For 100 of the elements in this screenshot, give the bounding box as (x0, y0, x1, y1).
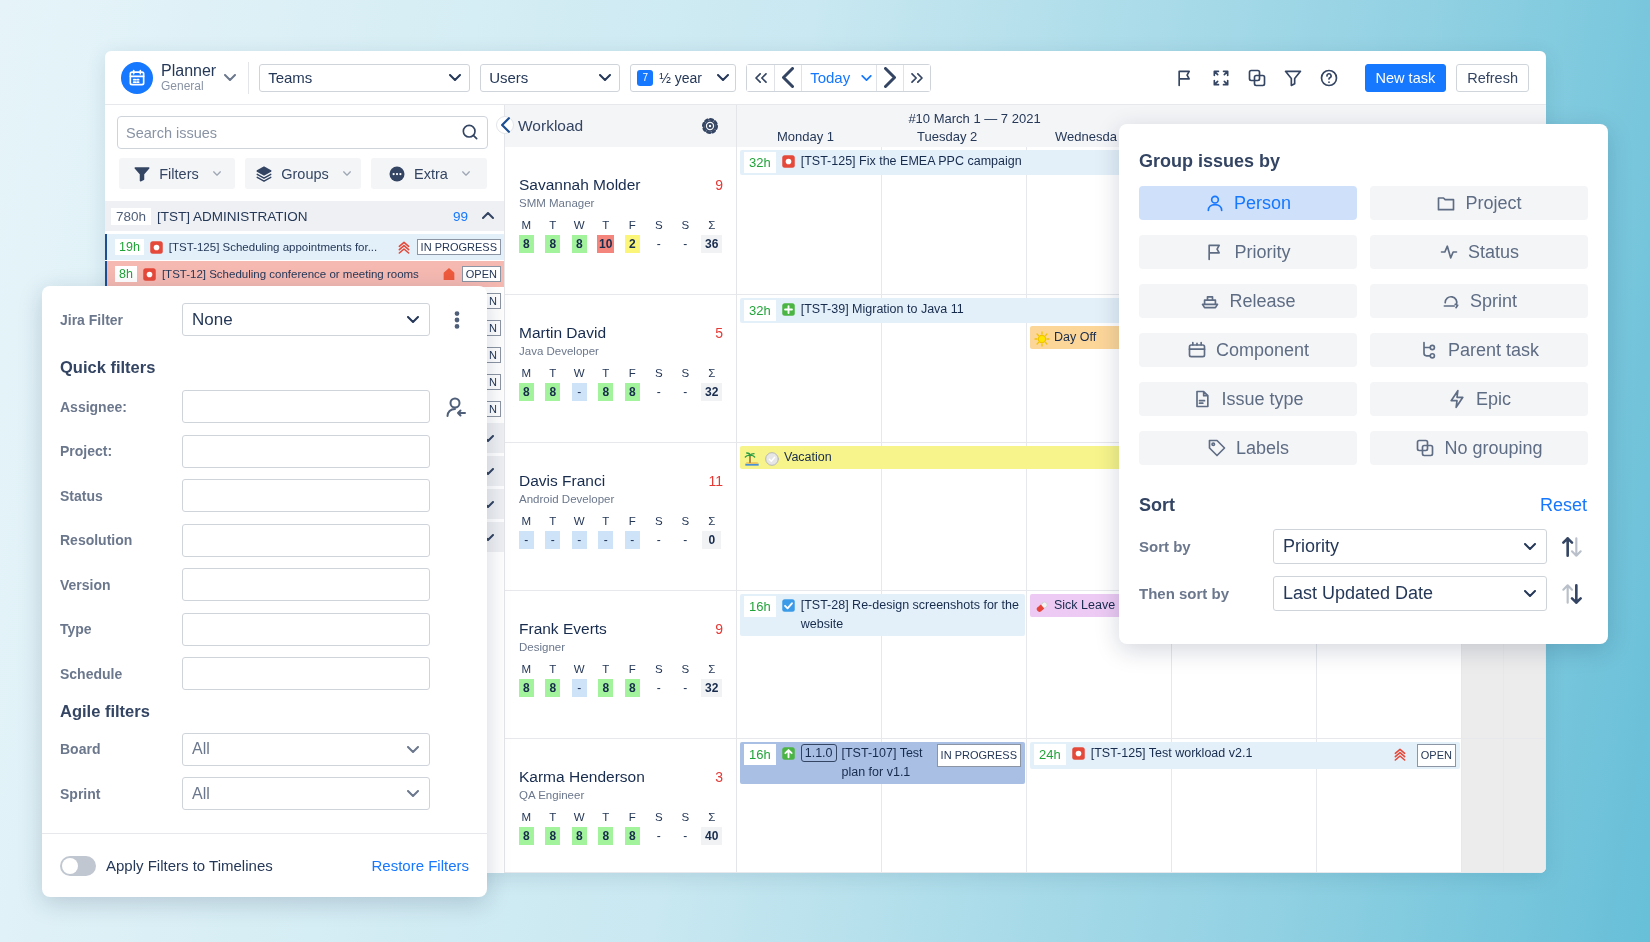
settings-icon[interactable] (700, 116, 720, 136)
hours-value: 8 (518, 827, 534, 845)
person-role: Java Developer (519, 345, 600, 357)
chevron-left-icon (782, 67, 795, 88)
hours-value: - (655, 236, 662, 253)
hours-value: - (518, 531, 534, 549)
day-letter: Σ (707, 367, 717, 379)
section-heading: Agile filters (60, 701, 151, 721)
hours-value: - (655, 680, 662, 697)
caret-icon (599, 74, 612, 81)
overlapping-squares-icon[interactable] (1246, 67, 1267, 88)
issue-title: [TST-28] Re-design screenshots for the website (800, 597, 1020, 633)
toolbar-button[interactable]: Extra (371, 158, 487, 189)
person-name: Karma Henderson (519, 768, 645, 786)
hours-value: 8 (545, 827, 561, 845)
field-label: Resolution (60, 532, 134, 548)
help-icon[interactable] (1318, 67, 1339, 88)
dropdown[interactable]: Users (480, 63, 621, 92)
issue-row[interactable]: 8h [TST-12] Scheduling conference or meeting rooms OPEN (105, 261, 504, 287)
day-label: Monday 1 (776, 129, 836, 144)
collapse-button[interactable] (496, 116, 514, 134)
input-field[interactable] (182, 568, 430, 601)
toolbar-button[interactable]: Groups (245, 158, 361, 189)
input-field[interactable] (182, 434, 430, 468)
group-option[interactable]: Component (1139, 333, 1357, 367)
last-page-button[interactable] (903, 64, 931, 91)
group-option[interactable]: Project (1370, 186, 1588, 220)
hours-value: - (682, 384, 689, 401)
caret-icon[interactable] (224, 74, 237, 81)
group-option[interactable]: Sprint (1370, 284, 1588, 318)
bug-icon (780, 154, 796, 169)
issue-bar[interactable]: 24h [TST-125] Test workload v2.1 OPEN (1030, 742, 1460, 769)
dropdown[interactable]: All (182, 732, 430, 766)
day-letter: S (680, 811, 691, 823)
field-label: Sort by (1139, 538, 1192, 555)
person-icon (1204, 193, 1225, 213)
week-title: #10 March 1 — 7 2021 (907, 111, 1042, 126)
app-name: Planner (161, 62, 217, 80)
hours-badge: 780h (111, 207, 152, 225)
search-field[interactable]: Search issues (117, 116, 488, 149)
reset-link[interactable]: Reset (1539, 495, 1587, 516)
person-name: Davis Franci (519, 472, 606, 490)
hours-value: - (598, 531, 614, 549)
issue-bar[interactable]: 16h [TST-28] Re-design screenshots for the website (740, 594, 1025, 636)
input-field[interactable] (182, 612, 430, 646)
field-label: Type (60, 621, 93, 637)
group-option[interactable]: Issue type (1139, 382, 1357, 416)
caret-icon (407, 745, 419, 753)
group-option[interactable]: Release (1139, 284, 1357, 318)
day-letter: F (627, 219, 637, 231)
input-field[interactable] (182, 479, 430, 512)
refresh-button[interactable]: Refresh (1456, 63, 1529, 92)
day-letter: T (548, 663, 558, 675)
hours-value: 8 (545, 235, 561, 253)
issue-count: 5 (715, 325, 723, 341)
period-dropdown[interactable]: 7 ½ year (630, 63, 737, 92)
caret-icon (1524, 543, 1536, 550)
day-letter: T (601, 367, 611, 379)
hours-value: - (571, 679, 587, 697)
issue-title: [TST-39] Migration to Java 11 (800, 301, 964, 318)
double-chevron-left-icon (754, 72, 767, 83)
dropdown[interactable]: None (182, 303, 430, 336)
restore-filters-link[interactable]: Restore Filters (371, 857, 469, 874)
pulse-icon (1439, 242, 1459, 262)
day-letter: F (627, 515, 637, 527)
field-label: Jira Filter (60, 311, 125, 328)
input-field[interactable] (182, 523, 430, 557)
hours-badge: 32h (744, 152, 776, 173)
absence-label: Sick Leave (1054, 597, 1116, 614)
dropdown[interactable]: Teams (259, 63, 471, 92)
issue-count: 3 (715, 769, 723, 785)
toolbar-button[interactable]: Filters (119, 158, 235, 189)
double-chevron-right-icon (911, 72, 924, 83)
group-option[interactable]: Parent task (1370, 333, 1588, 367)
input-field[interactable] (182, 657, 430, 690)
status-badge: IN PROGRESS (936, 744, 1021, 767)
caret-icon (860, 74, 872, 81)
group-option[interactable]: Epic (1370, 382, 1588, 416)
dropdown[interactable]: Last Updated Date (1273, 576, 1547, 611)
input-field[interactable] (182, 390, 430, 423)
new-task-button[interactable]: New task (1364, 63, 1447, 92)
group-option[interactable]: No grouping (1370, 431, 1588, 465)
hours-value: - (655, 828, 662, 845)
component-icon (1186, 340, 1207, 360)
issue-row[interactable]: 19h [TST-125] Scheduling appointments for... IN PROGRESS (105, 234, 504, 260)
day-letter: T (548, 515, 558, 527)
group-header[interactable]: 780h [TST] ADMINISTRATION 99 (105, 201, 504, 231)
group-option[interactable]: Status (1370, 235, 1588, 269)
dropdown[interactable]: All (182, 777, 430, 810)
issue-bar[interactable]: 16h 1.1.0 [TST-107] Test plan for v1.1 IN PROGRESS (740, 742, 1025, 784)
day-letter: S (680, 367, 691, 379)
status-badge: OPEN (1416, 744, 1456, 767)
field-label: Project: (60, 443, 114, 459)
group-option[interactable]: Labels (1139, 431, 1357, 465)
hours-value: - (682, 680, 689, 697)
group-option[interactable]: Priority (1139, 235, 1357, 269)
hours-value: 8 (571, 235, 587, 253)
toggle-switch[interactable] (60, 855, 96, 876)
dropdown[interactable]: Priority (1273, 529, 1547, 564)
chevron-up-icon[interactable] (482, 212, 494, 220)
